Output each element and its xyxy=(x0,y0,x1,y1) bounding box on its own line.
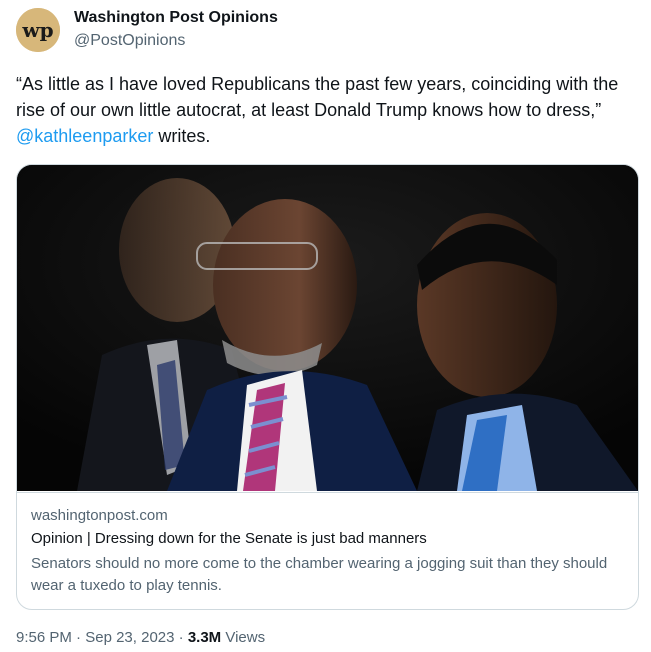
mention-link[interactable]: @kathleenparker xyxy=(16,126,153,146)
card-domain: washingtonpost.com xyxy=(31,507,168,524)
card-title[interactable]: Opinion | Dressing down for the Senate i… xyxy=(31,530,427,547)
tweet-date[interactable]: Sep 23, 2023 xyxy=(85,629,174,646)
separator-dot: · xyxy=(71,629,86,646)
views-count[interactable]: 3.3M xyxy=(188,629,221,646)
tweet-time[interactable]: 9:56 PM xyxy=(16,629,72,646)
tweet-text: “As little as I have loved Republicans t… xyxy=(16,71,626,149)
author-handle[interactable]: @PostOpinions xyxy=(74,32,185,50)
tweet-text-after: writes. xyxy=(153,126,211,146)
tweet: wp Washington Post Opinions @PostOpinion… xyxy=(0,0,651,652)
link-card[interactable]: washingtonpost.com Opinion | Dressing do… xyxy=(16,164,639,610)
views-label: Views xyxy=(225,629,266,646)
tweet-text-before: “As little as I have loved Republicans t… xyxy=(16,74,619,120)
card-description: Senators should no more come to the cham… xyxy=(31,555,608,594)
tweet-footer: 9:56 PM · Sep 23, 2023 · 3.3M Views xyxy=(16,629,265,646)
card-meta[interactable]: washingtonpost.com Opinion | Dressing do… xyxy=(17,492,638,609)
author-name[interactable]: Washington Post Opinions xyxy=(74,9,278,27)
separator-dot: · xyxy=(174,629,188,646)
wapo-logo-icon: wp xyxy=(16,8,60,52)
avatar[interactable]: wp xyxy=(16,8,60,52)
card-image[interactable] xyxy=(17,165,638,491)
avatar-logo-text: wp xyxy=(21,18,53,42)
